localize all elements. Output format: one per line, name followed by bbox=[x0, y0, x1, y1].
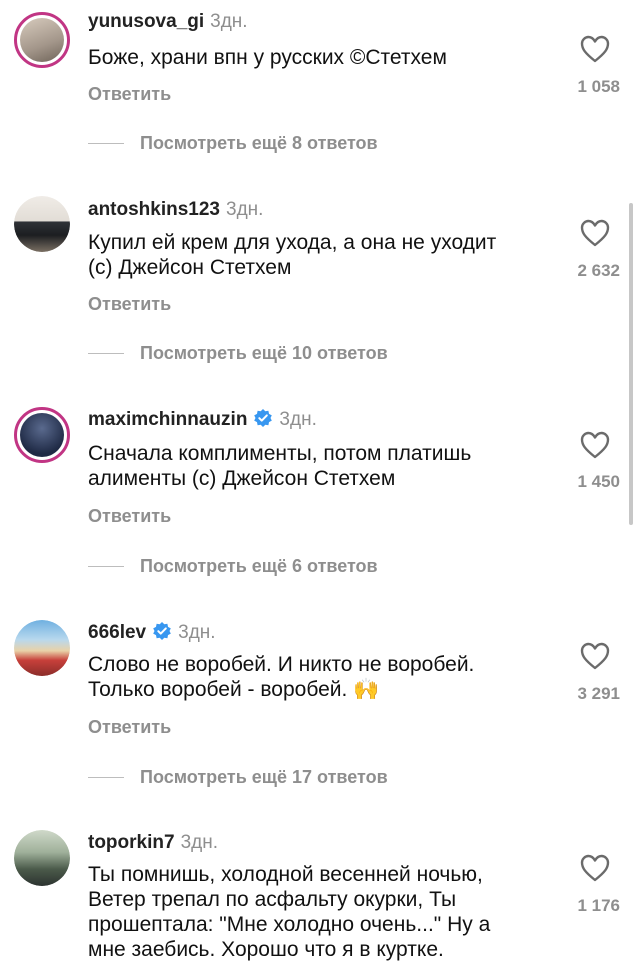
view-more-replies[interactable]: Посмотреть ещё 17 ответов bbox=[88, 767, 388, 788]
divider bbox=[88, 566, 124, 567]
view-more-replies-label: Посмотреть ещё 6 ответов bbox=[140, 556, 378, 576]
comment-time: 3дн. bbox=[180, 832, 218, 853]
divider bbox=[88, 353, 124, 354]
comment-time: 3дн. bbox=[279, 409, 317, 430]
scrollbar[interactable] bbox=[629, 203, 633, 525]
avatar[interactable] bbox=[14, 830, 70, 886]
username[interactable]: antoshkins123 bbox=[88, 199, 220, 220]
heart-outline-icon[interactable] bbox=[579, 34, 611, 64]
username[interactable]: toporkin7 bbox=[88, 832, 175, 853]
reply-button[interactable]: Ответить bbox=[88, 294, 171, 315]
view-more-replies[interactable]: Посмотреть ещё 8 ответов bbox=[88, 133, 378, 154]
heart-outline-icon[interactable] bbox=[579, 853, 611, 883]
username[interactable]: maximchinnauzin bbox=[88, 409, 247, 430]
like-count: 3 291 bbox=[577, 684, 620, 703]
verified-badge-icon bbox=[254, 409, 273, 427]
like-count: 1 450 bbox=[577, 472, 620, 491]
comment-text: Боже, храни впн у русских ©Стетхем bbox=[88, 46, 447, 69]
view-more-replies-label: Посмотреть ещё 8 ответов bbox=[140, 133, 378, 153]
reply-button[interactable]: Ответить bbox=[88, 717, 171, 738]
verified-badge-icon bbox=[153, 622, 171, 640]
comment-text: Ты помнишь, холодной весенней ночью, Вет… bbox=[88, 863, 491, 961]
comment-time: 3дн. bbox=[226, 199, 264, 220]
username[interactable]: 666lev bbox=[88, 622, 146, 643]
reply-button[interactable]: Ответить bbox=[88, 84, 171, 105]
comment-text: Слово не воробей. И никто не воробей. То… bbox=[88, 653, 475, 701]
divider bbox=[88, 777, 124, 778]
heart-outline-icon[interactable] bbox=[579, 641, 611, 671]
view-more-replies-label: Посмотреть ещё 17 ответов bbox=[140, 767, 388, 787]
comment-text: Сначала комплименты, потом платишь алиме… bbox=[88, 442, 472, 490]
username[interactable]: yunusova_gi bbox=[88, 11, 204, 32]
comment-time: 3дн. bbox=[178, 622, 216, 643]
like-count: 2 632 bbox=[577, 261, 620, 280]
heart-outline-icon[interactable] bbox=[579, 430, 611, 460]
like-count: 1 176 bbox=[577, 896, 620, 915]
divider bbox=[88, 143, 124, 144]
avatar[interactable] bbox=[14, 407, 70, 463]
view-more-replies-label: Посмотреть ещё 10 ответов bbox=[140, 343, 388, 363]
reply-button[interactable]: Ответить bbox=[88, 506, 171, 527]
like-count: 1 058 bbox=[577, 77, 620, 96]
avatar[interactable] bbox=[14, 196, 70, 252]
heart-outline-icon[interactable] bbox=[579, 218, 611, 248]
avatar[interactable] bbox=[14, 620, 70, 676]
avatar[interactable] bbox=[14, 12, 70, 68]
view-more-replies[interactable]: Посмотреть ещё 6 ответов bbox=[88, 556, 378, 577]
comment-time: 3дн. bbox=[210, 11, 248, 32]
view-more-replies[interactable]: Посмотреть ещё 10 ответов bbox=[88, 343, 388, 364]
comment-text: Купил ей крем для ухода, а она не уходит… bbox=[88, 231, 497, 279]
